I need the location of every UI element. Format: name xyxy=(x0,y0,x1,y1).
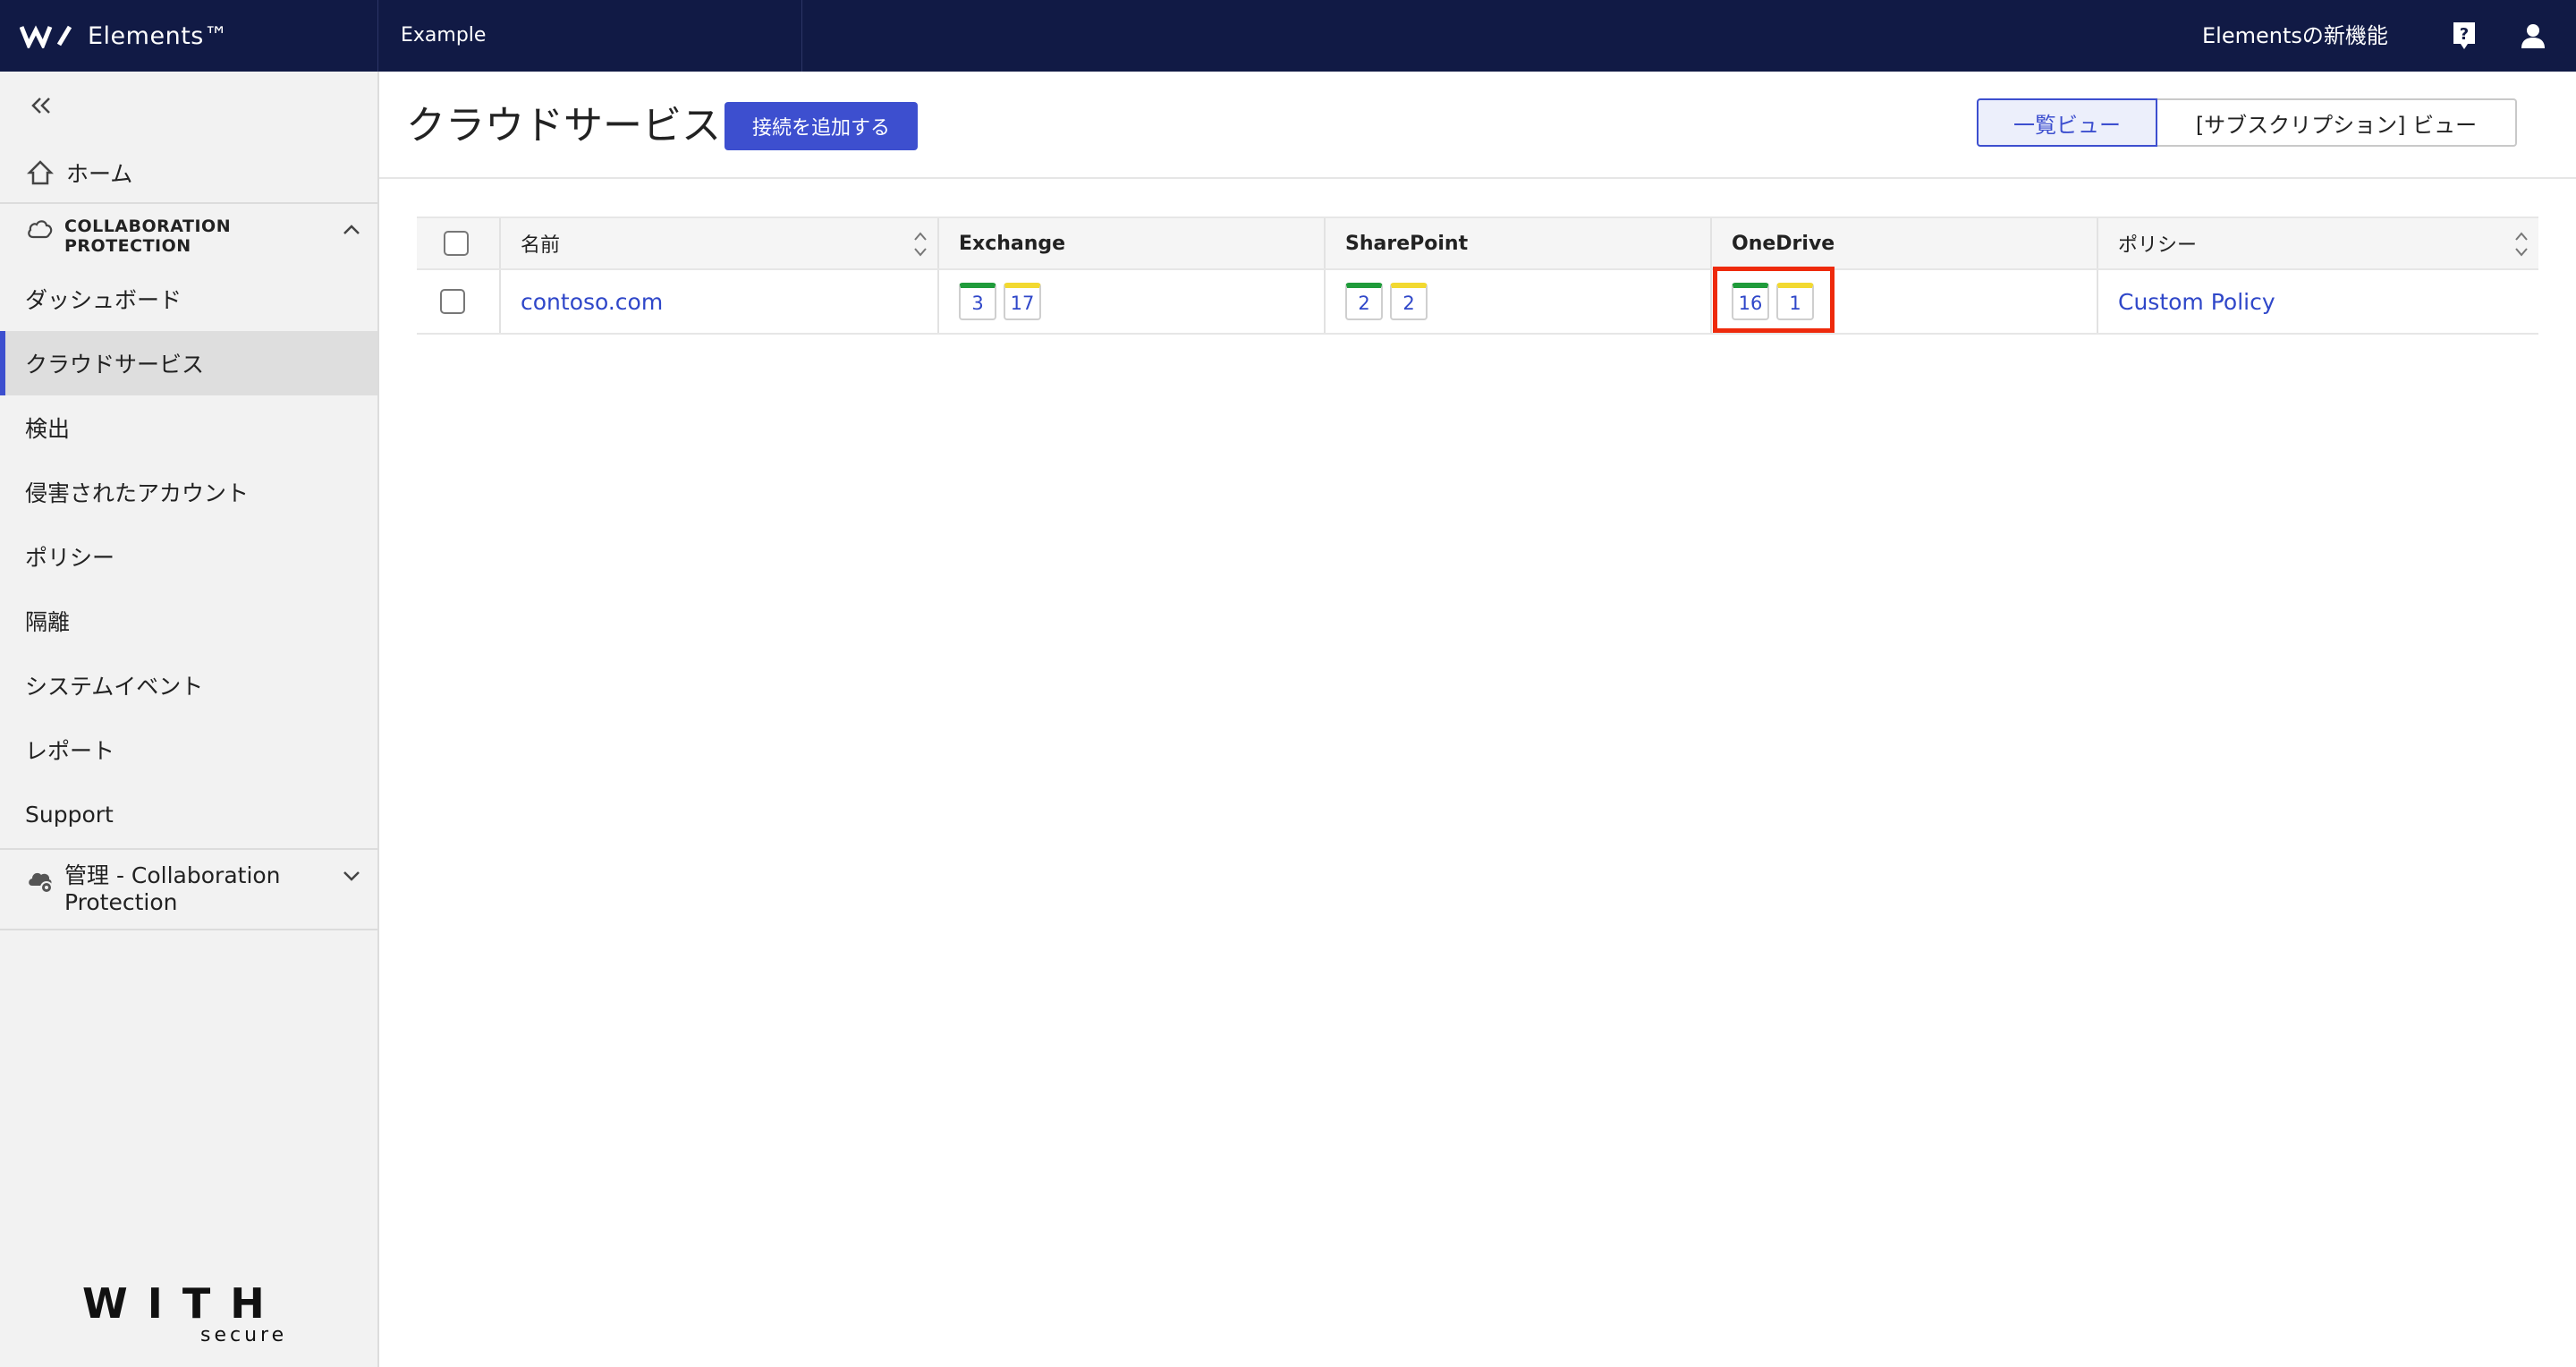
column-header-onedrive: OneDrive xyxy=(1710,218,2097,268)
column-label: Exchange xyxy=(959,232,1066,255)
app-name: Elements™ xyxy=(88,21,229,50)
policy-link[interactable]: Custom Policy xyxy=(2118,289,2275,315)
cloud-gear-icon xyxy=(25,866,55,896)
column-label: 名前 xyxy=(521,234,561,257)
sidebar-item-policies[interactable]: ポリシー xyxy=(0,524,377,589)
brand-subtitle: secure xyxy=(200,1324,288,1346)
admin-section-title: 管理 - Collaboration Protection xyxy=(64,862,281,915)
sidebar-item-dashboard[interactable]: ダッシュボード xyxy=(0,267,377,331)
sidebar-item-cloud-services[interactable]: クラウドサービス xyxy=(0,331,377,395)
column-header-policy[interactable]: ポリシー xyxy=(2097,218,2538,268)
sidebar-item-support[interactable]: Support xyxy=(0,782,377,846)
page-title: クラウドサービス xyxy=(406,103,721,149)
row-select-cell xyxy=(417,270,499,333)
sidebar: ホーム COLLABORATION PROTECTION ダッシュボード クラウ… xyxy=(0,72,379,1367)
unprotected-count-badge[interactable]: 17 xyxy=(1004,283,1041,320)
section-title: COLLABORATION PROTECTION xyxy=(64,217,232,256)
whats-new-link[interactable]: Elementsの新機能 xyxy=(2202,0,2388,72)
home-icon xyxy=(25,157,55,188)
topbar-divider xyxy=(377,0,378,72)
add-connection-button[interactable]: 接続を追加する xyxy=(724,102,918,150)
protected-count-badge[interactable]: 2 xyxy=(1345,283,1383,320)
app-logo[interactable]: Elements™ xyxy=(20,18,228,54)
chevron-down-icon xyxy=(343,871,360,881)
sidebar-item-system-events[interactable]: システムイベント xyxy=(0,653,377,717)
cloud-shield-icon xyxy=(25,215,55,245)
select-all-cell xyxy=(417,218,499,268)
table-header: 名前 Exchange SharePoint OneDrive ポリシー xyxy=(417,217,2538,270)
cloud-services-table: 名前 Exchange SharePoint OneDrive ポリシー con… xyxy=(417,217,2538,335)
column-header-name[interactable]: 名前 xyxy=(499,218,937,268)
top-bar: Elements™ Example Elementsの新機能 ? xyxy=(0,0,2576,72)
view-toggle: 一覧ビュー [サブスクリプション] ビュー xyxy=(1977,98,2517,147)
page-header: クラウドサービス 接続を追加する 一覧ビュー [サブスクリプション] ビュー xyxy=(379,72,2576,179)
tenant-name-link[interactable]: contoso.com xyxy=(521,289,663,315)
select-all-checkbox[interactable] xyxy=(444,231,469,256)
list-view-button[interactable]: 一覧ビュー xyxy=(1977,98,2157,147)
brand-name: WITH xyxy=(82,1279,284,1328)
protected-count-badge[interactable]: 3 xyxy=(959,283,996,320)
cell-name: contoso.com xyxy=(499,270,937,333)
subscription-view-button[interactable]: [サブスクリプション] ビュー xyxy=(2157,98,2517,147)
onedrive-highlight-box xyxy=(1713,267,1835,333)
withsecure-brand-logo: WITH secure xyxy=(82,1281,297,1349)
cell-policy: Custom Policy xyxy=(2097,270,2538,333)
row-checkbox[interactable] xyxy=(440,289,465,314)
sidebar-item-label: ホーム xyxy=(66,161,133,187)
user-icon xyxy=(2521,24,2545,48)
double-chevron-left-icon xyxy=(31,98,50,114)
user-menu-button[interactable] xyxy=(2515,18,2551,54)
organization-context[interactable]: Example xyxy=(401,0,486,72)
sort-icon xyxy=(2515,232,2528,257)
sidebar-item-home[interactable]: ホーム xyxy=(0,143,377,202)
collaboration-protection-section[interactable]: COLLABORATION PROTECTION xyxy=(0,202,377,268)
sidebar-item-reports[interactable]: レポート xyxy=(0,717,377,782)
column-label: SharePoint xyxy=(1345,232,1469,255)
column-label: OneDrive xyxy=(1732,232,1835,255)
table-row[interactable]: contoso.com 3 17 2 2 16 1 Custom Policy xyxy=(417,270,2538,335)
column-label: ポリシー xyxy=(2118,234,2198,257)
help-button[interactable]: ? xyxy=(2446,18,2482,54)
chevron-up-icon xyxy=(343,225,360,234)
topbar-divider xyxy=(801,0,802,72)
collapse-sidebar-button[interactable] xyxy=(25,89,57,122)
sidebar-item-quarantine[interactable]: 隔離 xyxy=(0,589,377,653)
cell-sharepoint: 2 2 xyxy=(1324,270,1710,333)
column-header-sharepoint: SharePoint xyxy=(1324,218,1710,268)
admin-collaboration-protection-section[interactable]: 管理 - Collaboration Protection xyxy=(0,848,377,930)
sort-icon xyxy=(914,232,927,257)
sidebar-item-compromised-accounts[interactable]: 侵害されたアカウント xyxy=(0,460,377,524)
unprotected-count-badge[interactable]: 2 xyxy=(1390,283,1428,320)
svg-text:?: ? xyxy=(2460,25,2469,44)
cell-exchange: 3 17 xyxy=(937,270,1324,333)
withsecure-logo-icon xyxy=(20,25,72,48)
sidebar-item-detections[interactable]: 検出 xyxy=(0,395,377,460)
help-icon: ? xyxy=(2453,22,2475,49)
column-header-exchange: Exchange xyxy=(937,218,1324,268)
